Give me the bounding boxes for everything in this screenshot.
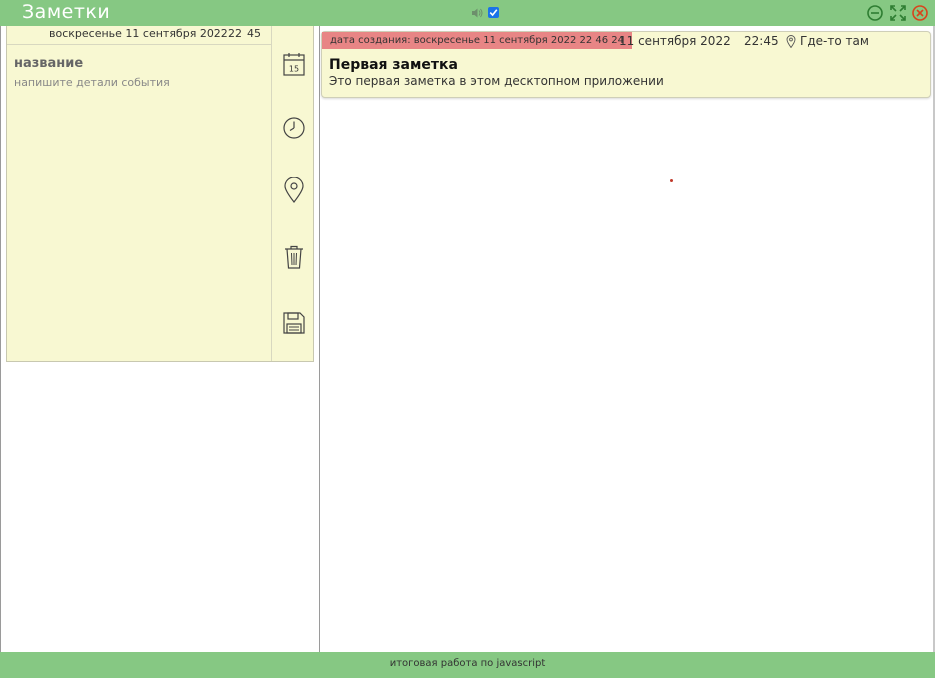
stray-dot [670,179,673,182]
note-date: 11 сентября 2022 [619,34,731,48]
location-pin-icon [786,35,796,48]
editor-datetime-row[interactable]: воскресенье 11 сентября 2022 22 45 [7,26,271,45]
close-button[interactable] [911,4,929,22]
editor-toolbar: 15 [271,26,315,361]
location-button[interactable] [282,177,306,203]
speaker-icon [472,8,483,18]
trash-button[interactable] [282,244,306,270]
note-title: Первая заметка [329,57,458,73]
sound-checkbox[interactable] [488,7,499,18]
editor-date[interactable]: воскресенье 11 сентября 2022 [49,27,228,40]
note-card[interactable]: дата создания: воскресенье 11 сентября 2… [321,31,931,98]
editor-minute[interactable]: 45 [247,27,261,40]
details-input[interactable] [14,76,264,96]
note-time: 22:45 [744,34,779,48]
panel-divider [319,26,320,652]
created-date-badge: дата создания: воскресенье 11 сентября 2… [322,32,633,49]
app-title: Заметки [22,1,111,23]
note-editor: воскресенье 11 сентября 2022 22 45 15 [6,26,314,362]
checkmark-icon [489,9,498,17]
calendar-button[interactable]: 15 [282,52,306,78]
footer-text: итоговая работа по javascript [389,658,546,669]
editor-hour[interactable]: 22 [228,27,242,40]
minimize-button[interactable] [866,4,884,22]
footer: итоговая работа по javascript [0,652,935,678]
clock-button[interactable] [282,115,306,141]
title-input[interactable] [14,54,264,72]
maximize-button[interactable] [889,4,907,22]
calendar-day-label: 15 [289,65,299,74]
save-button[interactable] [282,310,306,336]
note-location: Где-то там [800,34,869,48]
note-details: Это первая заметка в этом десктопном при… [329,74,664,88]
left-border [0,26,1,652]
title-bar: Заметки [0,0,935,26]
